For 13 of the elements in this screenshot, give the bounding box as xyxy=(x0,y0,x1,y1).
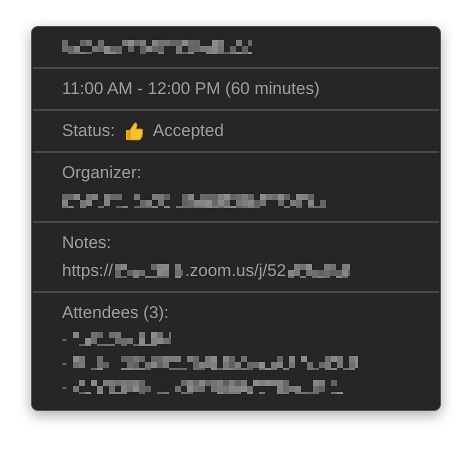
event-time: 11:00 AM - 12:00 PM (60 minutes) xyxy=(62,79,320,99)
redacted-text xyxy=(288,264,350,278)
status-value: Accepted xyxy=(152,121,224,141)
notes-link-text: .zoom.us/j/52 xyxy=(185,261,286,281)
list-bullet: - xyxy=(62,330,67,348)
status-label: Status: xyxy=(62,121,115,141)
list-bullet: - xyxy=(62,354,67,372)
list-bullet: - xyxy=(62,378,67,396)
redacted-text xyxy=(115,264,184,278)
attendees-label: Attendees (3): xyxy=(62,303,169,323)
notes-label: Notes: xyxy=(62,233,112,253)
notes-link-text: https:// xyxy=(62,261,114,281)
organizer-label: Organizer: xyxy=(62,163,142,183)
